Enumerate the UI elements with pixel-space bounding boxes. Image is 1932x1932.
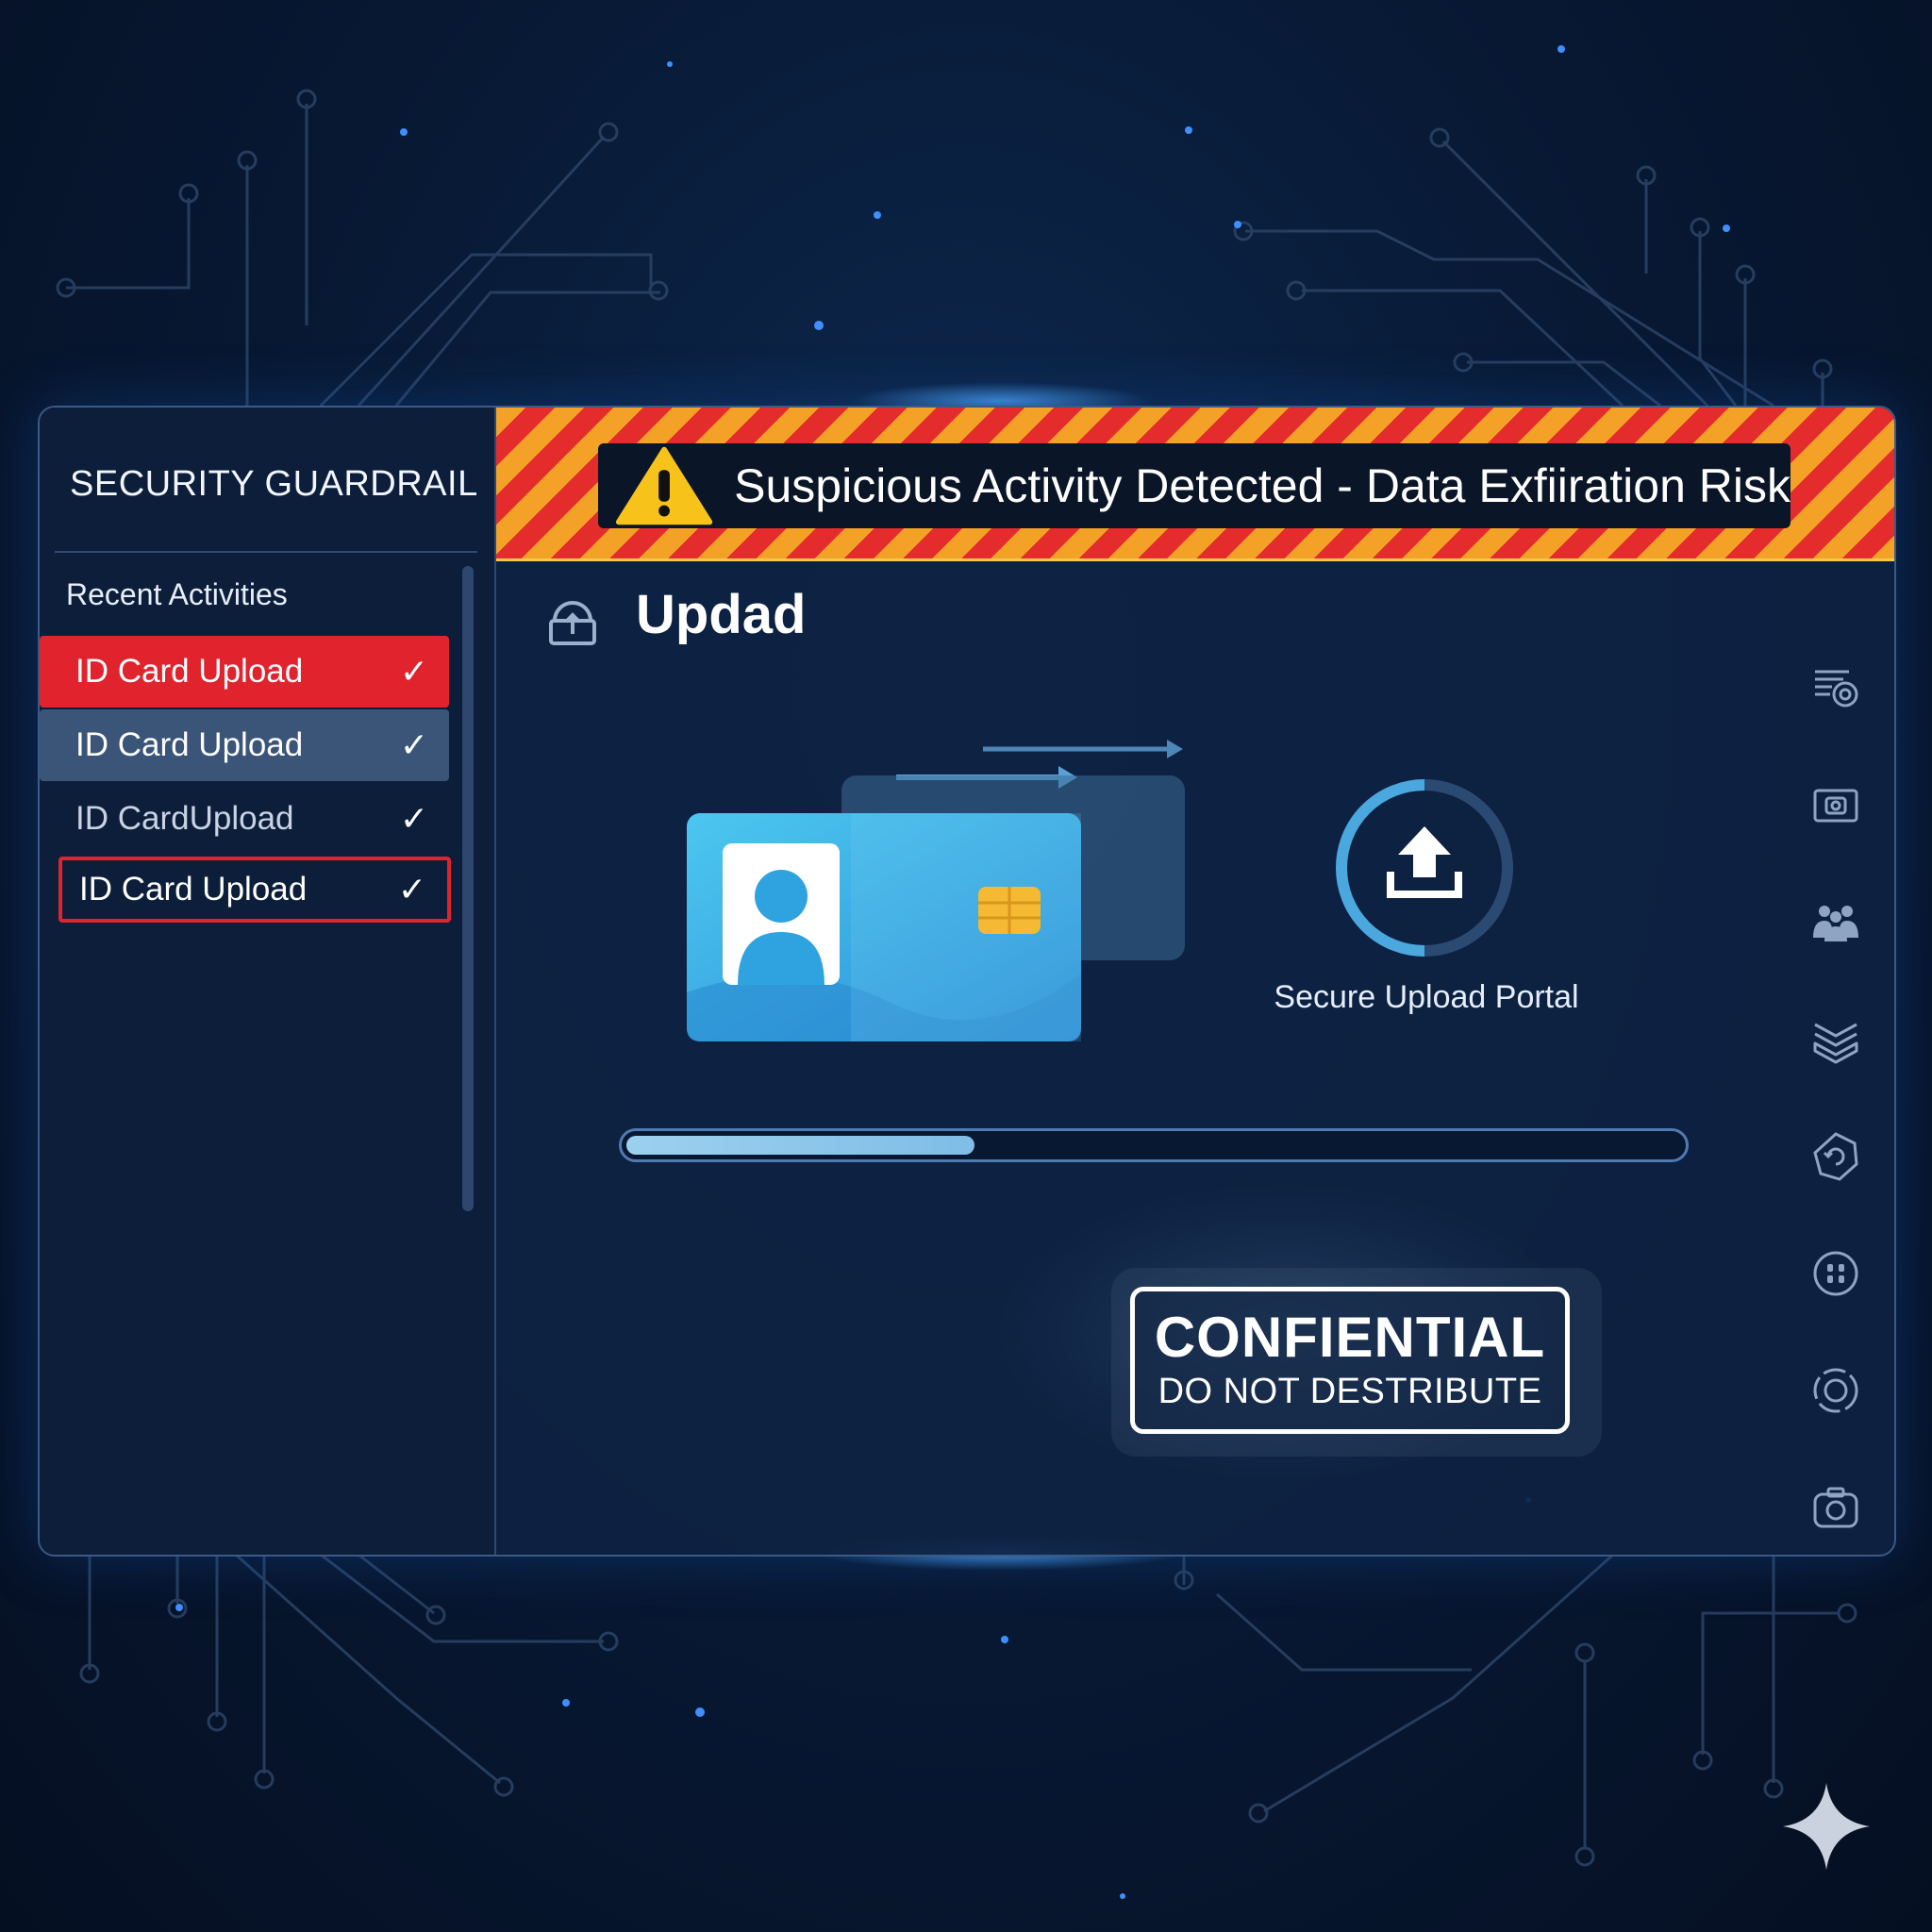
upload-tray-icon[interactable]	[1330, 774, 1519, 962]
upload-cloud-icon	[549, 601, 596, 645]
activity-item-selected[interactable]: ID Card Upload ✓	[40, 709, 449, 781]
activity-label: ID CardUpload	[75, 800, 294, 837]
list-settings-icon[interactable]	[1809, 662, 1862, 715]
layers-shield-icon[interactable]	[1809, 1013, 1862, 1066]
upload-progress-bar	[619, 1128, 1689, 1162]
target-icon[interactable]	[1809, 1364, 1862, 1417]
sidebar-divider	[55, 551, 477, 553]
check-icon: ✓	[399, 799, 428, 838]
screen: SECURITY GUARDRAIL Recent Activities ID …	[0, 0, 1932, 1932]
confidential-stamp: CONFIENTIAL DO NOT DESTRIBUTE	[1130, 1287, 1570, 1434]
check-icon: ✓	[399, 652, 428, 691]
warning-triangle-icon	[615, 446, 713, 525]
page-title: Updad	[636, 584, 807, 645]
activity-item-dimmed[interactable]: ID CardUpload ✓	[40, 783, 449, 855]
stamp-title: CONFIENTIAL	[1154, 1306, 1546, 1369]
stamp-subtitle: DO NOT DESTRIBUTE	[1158, 1372, 1542, 1411]
check-icon: ✓	[399, 725, 428, 764]
check-icon: ✓	[397, 870, 426, 908]
upload-portal-label: Secure Upload Portal	[1274, 979, 1579, 1015]
activity-label: ID Card Upload	[79, 871, 308, 908]
app-window: SECURITY GUARDRAIL Recent Activities ID …	[38, 406, 1896, 1557]
refresh-badge-icon[interactable]	[1809, 1130, 1862, 1183]
warning-banner: Suspicious Activity Detected - Data Exfi…	[496, 408, 1894, 561]
camera-frame-icon[interactable]	[1809, 779, 1862, 832]
upload-progress-fill	[626, 1136, 974, 1155]
warning-banner-panel: Suspicious Activity Detected - Data Exfi…	[598, 443, 1790, 528]
warning-banner-text: Suspicious Activity Detected - Data Exfi…	[734, 459, 1790, 512]
id-card-illustration	[687, 740, 1185, 1041]
face-scan-icon[interactable]	[1809, 1247, 1862, 1300]
sidebar: SECURITY GUARDRAIL Recent Activities ID …	[40, 408, 496, 1555]
users-group-icon[interactable]	[1809, 896, 1862, 949]
activity-item-alert[interactable]: ID Card Upload ✓	[40, 636, 449, 708]
activity-item-outlined[interactable]: ID Card Upload ✓	[58, 857, 451, 923]
camera-icon[interactable]	[1809, 1481, 1862, 1534]
sparkle-icon	[1783, 1783, 1870, 1870]
right-icon-rail	[1802, 662, 1874, 1528]
recent-activities-heading: Recent Activities	[66, 577, 288, 611]
activity-label: ID Card Upload	[75, 726, 304, 763]
sidebar-scrollbar[interactable]	[462, 566, 474, 1211]
app-title: SECURITY GUARDRAIL	[70, 464, 478, 504]
activity-label: ID Card Upload	[75, 653, 304, 690]
